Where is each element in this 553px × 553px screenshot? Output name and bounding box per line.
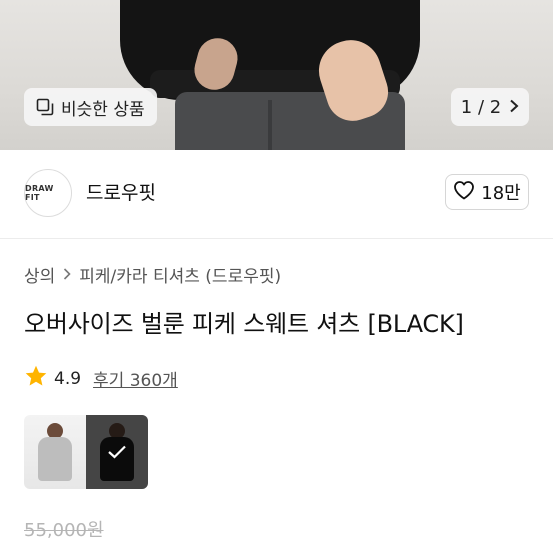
selected-check-icon [86,415,148,489]
breadcrumb: 상의 피케/카라 티셔츠 (드로우핏) [24,262,281,287]
chevron-right-icon [509,97,519,118]
rating-value: 4.9 [54,368,82,389]
breadcrumb-category[interactable]: 상의 [24,262,55,287]
product-hero-image[interactable]: 비슷한 상품 1 / 2 [0,0,553,150]
hero-pants-fold [268,100,272,150]
similar-products-label: 비슷한 상품 [61,99,145,120]
similar-products-button[interactable]: 비슷한 상품 [24,88,157,126]
like-button[interactable]: 18만 [445,174,529,210]
thumb-model-sweatshirt [38,437,72,481]
product-title: 오버사이즈 벌룬 피케 스웨트 셔츠 [BLACK] [24,310,464,338]
brand-name[interactable]: 드로우핏 [86,178,156,205]
chevron-right-icon [63,265,71,285]
like-count: 18만 [481,183,521,204]
breadcrumb-subcategory[interactable]: 피케/카라 티셔츠 (드로우핏) [79,262,281,287]
reviews-link[interactable]: 후기 360개 [93,366,178,391]
brand-row: DRAW FIT 드로우핏 18만 [0,150,553,239]
color-option-gray[interactable] [24,415,86,489]
rating-row: 4.9 후기 360개 [24,364,178,393]
heart-icon [453,180,475,205]
brand-logo-text: DRAW FIT [25,184,54,202]
similar-products-icon [36,98,54,116]
color-option-black[interactable] [86,415,148,489]
original-price: 55,000원 [24,520,104,541]
image-pager[interactable]: 1 / 2 [451,88,529,126]
color-options [24,415,148,489]
star-icon [24,364,48,393]
image-pager-label: 1 / 2 [460,96,502,118]
brand-logo[interactable]: DRAW FIT [24,169,72,217]
